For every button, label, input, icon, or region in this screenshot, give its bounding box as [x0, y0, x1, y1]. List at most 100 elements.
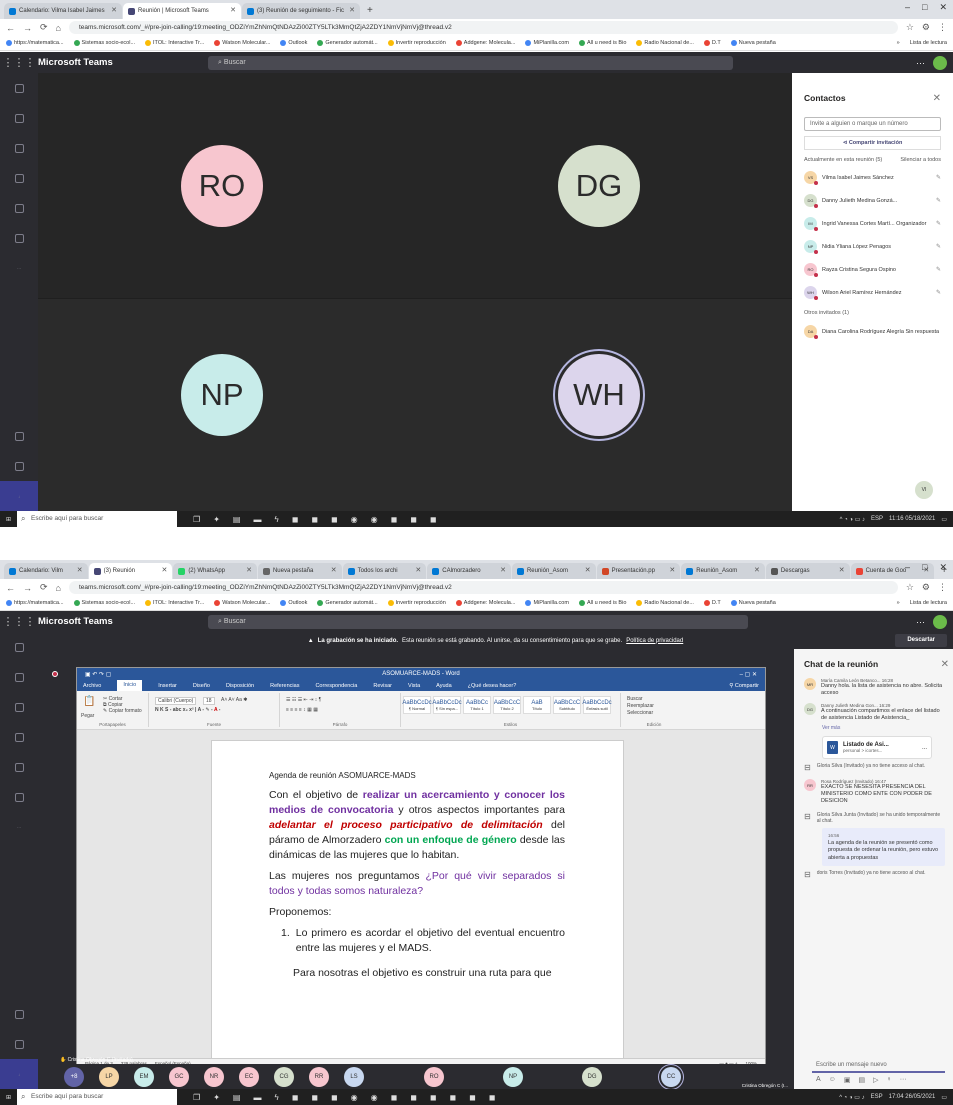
word-menu-5[interactable]: Referencias [270, 683, 299, 689]
notifications-icon[interactable]: ▭ [941, 1094, 947, 1101]
rail-apps[interactable] [0, 999, 38, 1029]
word-menu-7[interactable]: Revisar [373, 683, 392, 689]
close-icon[interactable]: ✕ [939, 562, 947, 573]
bookmark-item[interactable]: Nueva pestaña [730, 600, 776, 606]
word-menu-1[interactable]: Inicio [117, 680, 143, 691]
minimize-icon[interactable]: – [905, 562, 910, 573]
taskbar-apps[interactable]: ❐ ✦ ▤ ▬ ϟ ◼ ◼ ◼ ◉ ◉ ◼ ◼ ◼ ◼ ◼ ◼ [193, 1093, 495, 1102]
search-input[interactable]: ⌕ Buscar [208, 614, 748, 629]
url-field[interactable]: teams.microsoft.com/_#/pre-join-calling/… [68, 21, 898, 34]
tab-close-icon[interactable]: ✕ [839, 563, 845, 579]
paste-button[interactable]: Pegar [81, 713, 94, 719]
tab-close-icon[interactable]: ✕ [500, 563, 506, 579]
menu-kebab-icon[interactable]: ⋮ [938, 22, 947, 33]
contact-row[interactable]: WH Wilson Ariel Ramírez Hernández ✎ [804, 281, 941, 304]
user-avatar[interactable] [933, 55, 947, 70]
word-menu-4[interactable]: Disposición [226, 683, 254, 689]
browser-tab[interactable]: Calendario: Vilm ✕ [4, 563, 88, 579]
document-page[interactable]: Agenda de reunión ASOMUARCE-MADS Con el … [211, 740, 624, 1068]
clock[interactable]: 11:16 05/18/2021 [889, 516, 935, 522]
participant-tile[interactable]: NP [38, 299, 406, 511]
forward-icon[interactable]: → [23, 23, 32, 33]
word-menu-3[interactable]: Diseño [193, 683, 210, 689]
maximize-icon[interactable]: □ [922, 562, 927, 573]
font-name-select[interactable]: Calibri (Cuerpo) [155, 697, 197, 705]
strip-avatar-large[interactable]: NP [503, 1066, 523, 1087]
bookmark-item[interactable]: https://matematica... [6, 600, 64, 606]
chat-compose-tools[interactable]: A ☺ ▣ ▤ ▷ ♀ ··· [816, 1076, 907, 1084]
contact-row[interactable]: RO Rayza Cristina Segura Ospino ✎ [804, 258, 941, 281]
rail-chat[interactable] [0, 103, 38, 133]
tab-close-icon[interactable]: ✕ [161, 563, 167, 579]
browser-tab[interactable]: (3) Reunión de seguimiento - Fic ✕ [242, 3, 360, 19]
bookmark-item[interactable]: Invertir reproducción [387, 600, 446, 606]
bookmark-item[interactable]: Outlook [280, 600, 307, 606]
tab-close-icon[interactable]: ✕ [246, 563, 252, 579]
browser-tab[interactable]: CAlmorzadero ✕ [427, 563, 511, 579]
close-chat-icon[interactable]: ✕ [941, 659, 949, 670]
browser-tab[interactable]: Presentación.pp ✕ [596, 563, 681, 579]
bookmark-item[interactable]: MiPlanilla.com [525, 600, 569, 606]
rail-apps[interactable] [0, 421, 38, 451]
rail-help[interactable] [0, 1029, 38, 1059]
reload-icon[interactable]: ⟳ [40, 582, 48, 593]
clock[interactable]: 17:04 26/05/2021 [889, 1094, 936, 1100]
participant-tile[interactable]: DG [406, 73, 792, 298]
bookmark-item[interactable]: Outlook [280, 40, 307, 46]
home-icon[interactable]: ⌂ [56, 23, 61, 33]
edit-action[interactable]: Buscar [627, 696, 654, 703]
bookmark-item[interactable]: Sistemas socio-ecol... [73, 40, 135, 46]
rail-files[interactable] [0, 223, 38, 253]
bookmark-item[interactable]: Watson Molecular... [214, 40, 270, 46]
more-options-icon[interactable]: ··· [916, 617, 925, 627]
windows-start-icon[interactable]: ⊞ [6, 1094, 11, 1101]
tab-close-icon[interactable]: ✕ [754, 563, 760, 579]
style-option[interactable]: AaBbCcDc ¶ Normal [402, 696, 432, 714]
tab-close-icon[interactable]: ✕ [77, 563, 83, 579]
share-invite-button[interactable]: ⊲ Compartir invitación [804, 136, 941, 150]
bookmark-item[interactable]: MiPlanilla.com [525, 40, 569, 46]
bookmark-item[interactable]: Watson Molecular... [214, 600, 270, 606]
file-more-options[interactable]: ... [922, 745, 927, 751]
rail-calendar[interactable] [0, 163, 38, 193]
rail-more[interactable]: ··· [0, 812, 38, 842]
strip-avatar[interactable]: EM [134, 1066, 154, 1087]
tray-icons[interactable]: ^ ◔ ◑ ▭ ♪ [840, 516, 865, 523]
new-tab-icon[interactable]: + [361, 3, 379, 19]
taskbar-apps[interactable]: ❐ ✦ ▤ ▬ ϟ ◼ ◼ ◼ ◉ ◉ ◼ ◼ ◼ [193, 515, 436, 524]
browser-tab[interactable]: Reunión_Asom ✕ [681, 563, 765, 579]
strip-avatar[interactable]: RR [309, 1066, 329, 1087]
mic-muted-icon[interactable]: ✎ [936, 289, 941, 296]
word-menu-9[interactable]: Ayuda [436, 683, 452, 689]
bookmark-item[interactable]: Addgene: Molecula... [455, 600, 515, 606]
bookmark-item[interactable]: Radio Nacional de... [636, 40, 694, 46]
rail-activity[interactable] [0, 73, 38, 103]
windows-start-icon[interactable]: ⊞ [6, 516, 11, 523]
language-indicator[interactable]: ESP [871, 516, 883, 522]
bookmark-item[interactable]: Generador automát... [317, 600, 378, 606]
back-icon[interactable]: ← [6, 583, 15, 593]
rail-more[interactable]: ··· [0, 253, 38, 283]
tab-close-icon[interactable]: ✕ [349, 3, 355, 19]
taskbar-search[interactable]: Escribe aquí para buscar [17, 511, 178, 527]
word-window-controls[interactable]: – ▢ ✕ [740, 671, 757, 678]
edit-action[interactable]: Reemplazar [627, 703, 654, 710]
style-option[interactable]: AaBbCcDc ¶ Sin espa... [432, 696, 462, 714]
style-option[interactable]: AaBbCcC Título 2 [493, 696, 521, 714]
rail-calls[interactable] [0, 752, 38, 782]
list-buttons[interactable]: ☰ ☷ ☰ ⇤ ⇥ ↕ ¶ [286, 697, 321, 703]
discard-button[interactable]: Descartar [895, 634, 947, 647]
file-attachment[interactable]: W Listado de Asi... personal > icortes...… [822, 736, 932, 759]
close-panel-icon[interactable]: ✕ [933, 93, 941, 104]
participant-tile-active-speaker[interactable]: WH [406, 299, 792, 511]
rail-chat[interactable] [0, 662, 38, 692]
style-option[interactable]: AaBbCcC Subtítulo [553, 696, 581, 714]
notifications-icon[interactable]: ▭ [941, 516, 947, 523]
forward-icon[interactable]: → [23, 583, 32, 593]
language-indicator[interactable]: ESP [871, 1094, 883, 1100]
browser-tab[interactable]: Reunión | Microsoft Teams ✕ [123, 3, 241, 19]
reading-list[interactable]: Lista de lectura [910, 600, 947, 606]
contact-row[interactable]: NP Nidia Yliana López Penagos ✎ [804, 235, 941, 258]
word-menu-10[interactable]: ¿Qué desea hacer? [468, 683, 517, 689]
bookmark-item[interactable]: D.T [703, 600, 721, 606]
